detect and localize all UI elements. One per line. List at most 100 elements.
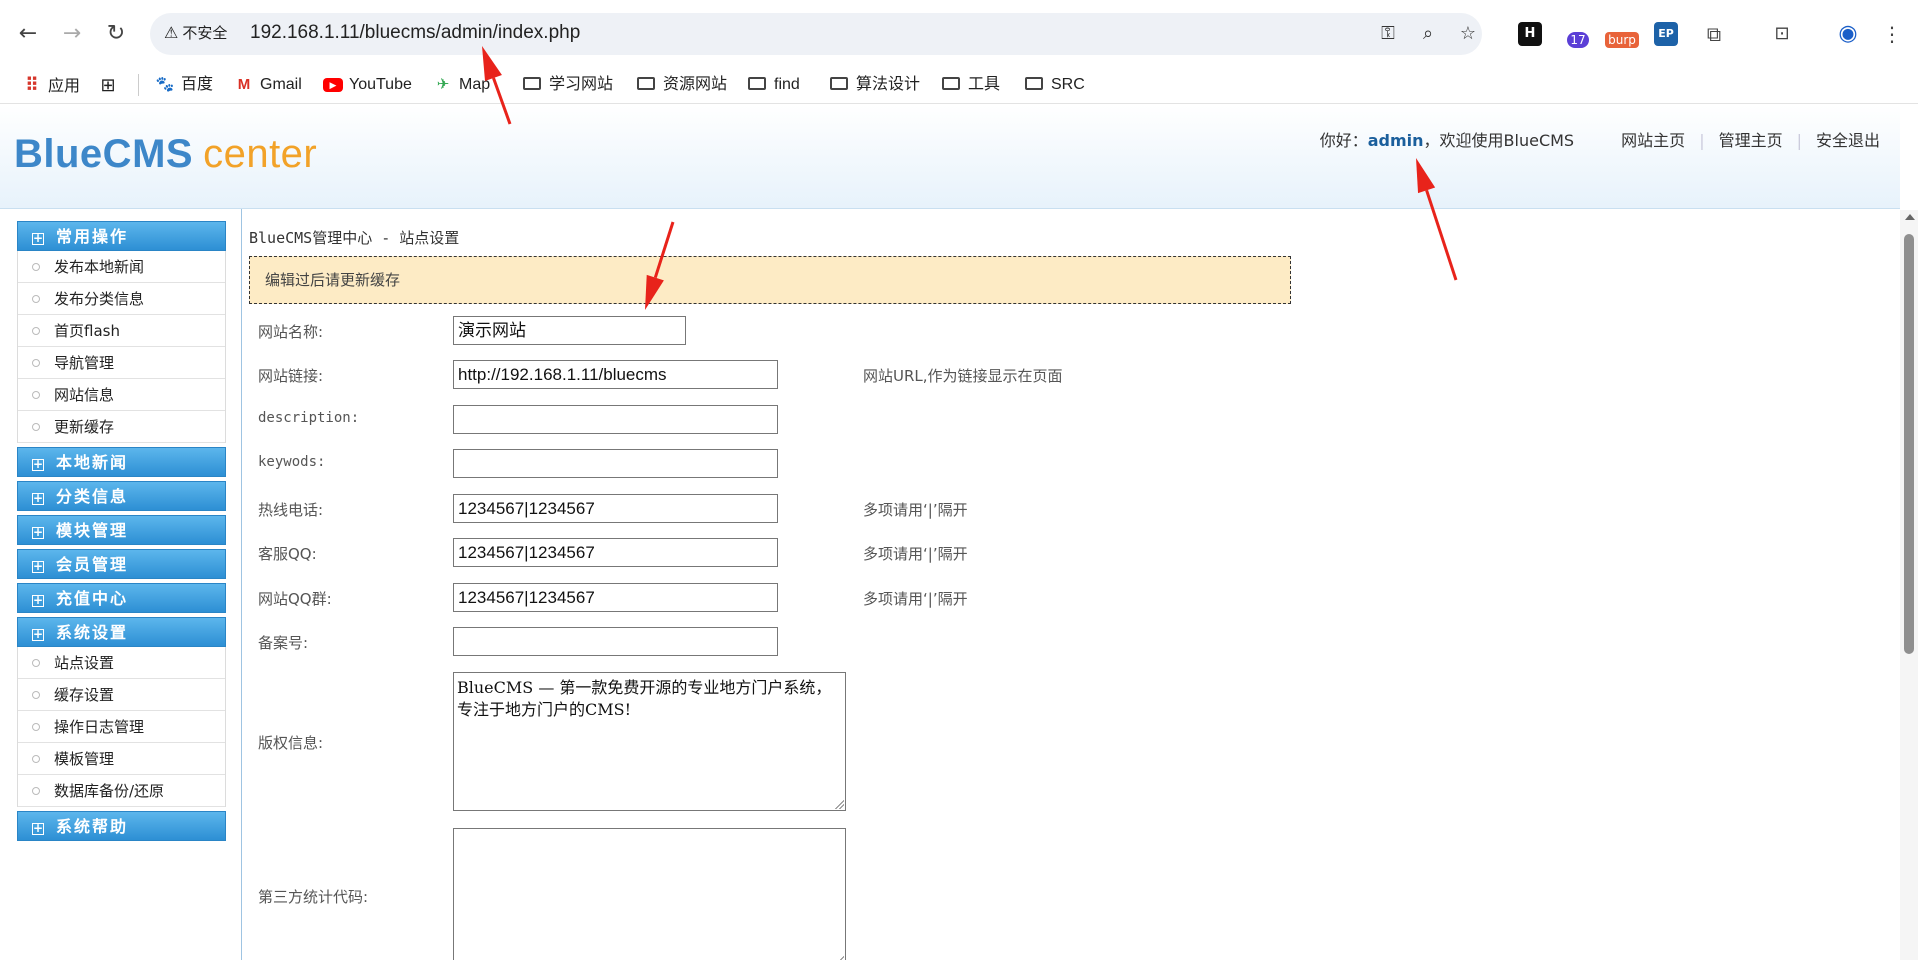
bookmark-youtube[interactable]: ▶ YouTube	[323, 70, 412, 100]
extension-17-icon[interactable]: 17	[1564, 20, 1592, 48]
sidebar-item-db-backup[interactable]: 数据库备份/还原	[18, 775, 225, 807]
bookmark-tab-groups[interactable]: ⊞	[98, 70, 124, 100]
menu-kebab-icon[interactable]: ⋮	[1878, 20, 1906, 48]
bookmark-star-icon[interactable]: ☆	[1456, 22, 1480, 46]
sidebar-group-modules[interactable]: + 模块管理	[17, 515, 226, 545]
sidebar-group-common[interactable]: + 常用操作	[17, 221, 226, 251]
bookmark-folder-tools[interactable]: 工具	[942, 70, 1000, 100]
service-qq-input[interactable]: 1234567|1234567	[453, 538, 778, 567]
site-home-link[interactable]: 网站主页	[1621, 131, 1685, 150]
main-content: BlueCMS管理中心 - 站点设置 编辑过后请更新缓存 网站名称: 演示网站 …	[241, 209, 1900, 960]
profile-icon[interactable]: ◉	[1834, 20, 1862, 48]
bookmark-maps[interactable]: ✈ Map	[433, 70, 490, 100]
greeting-text: 你好：	[1319, 131, 1368, 150]
bookmark-baidu[interactable]: 🐾 百度	[155, 70, 213, 100]
sidebar-group-local-news[interactable]: + 本地新闻	[17, 447, 226, 477]
security-indicator[interactable]: ⚠ 不安全	[164, 22, 227, 43]
bullet-icon	[32, 327, 40, 335]
sidebar-item-cache-settings[interactable]: 缓存设置	[18, 679, 225, 711]
stats-code-label: 第三方统计代码:	[258, 888, 369, 906]
bluecms-logo: BlueCMS center	[14, 132, 318, 176]
warning-icon: ⚠	[164, 23, 179, 42]
sidebar-item-site-info[interactable]: 网站信息	[18, 379, 225, 411]
address-bar[interactable]: ⚠ 不安全 192.168.1.11/bluecms/admin/index.ph…	[150, 13, 1482, 55]
password-key-icon[interactable]: ⚿	[1376, 22, 1400, 46]
bullet-icon	[32, 263, 40, 271]
service-qq-hint: 多项请用‘|’隔开	[863, 545, 968, 563]
folder-icon	[748, 77, 766, 90]
sidebar-item-publish-classified[interactable]: 发布分类信息	[18, 283, 225, 315]
bookmarks-bar: ⠿ 应用 ⊞ 🐾 百度 M Gmail ▶ YouTube ✈ Map 学习网站 资源网站…	[0, 66, 1918, 104]
bullet-icon	[32, 359, 40, 367]
sidebar-item-nav-manage[interactable]: 导航管理	[18, 347, 225, 379]
scrollbar-thumb[interactable]	[1904, 234, 1914, 654]
bookmark-apps[interactable]: ⠿ 应用	[22, 70, 80, 100]
sidebar-group-recharge[interactable]: + 充值中心	[17, 583, 226, 613]
tab-search-icon[interactable]: ⊡	[1768, 20, 1796, 48]
keywords-input[interactable]	[453, 449, 778, 478]
qq-group-input[interactable]: 1234567|1234567	[453, 583, 778, 612]
scroll-up-arrow-icon[interactable]	[1905, 214, 1915, 220]
url-text[interactable]: 192.168.1.11/bluecms/admin/index.php	[250, 22, 580, 44]
apps-grid-icon: ⠿	[25, 75, 39, 95]
copyright-label: 版权信息:	[258, 734, 324, 752]
sidebar-group-members[interactable]: + 会员管理	[17, 549, 226, 579]
bookmark-folder-algorithms[interactable]: 算法设计	[830, 70, 920, 100]
top-navigation: 你好：admin，欢迎使用BlueCMS 网站主页 | 管理主页 | 安全退出	[1319, 131, 1880, 150]
page-scrollbar[interactable]	[1900, 210, 1918, 960]
bullet-icon	[32, 691, 40, 699]
icp-input[interactable]	[453, 627, 778, 656]
sidebar-group-system-settings[interactable]: + 系统设置	[17, 617, 226, 647]
forward-arrow-icon[interactable]: →	[58, 20, 86, 48]
bullet-icon	[32, 423, 40, 431]
sidebar-item-update-cache[interactable]: 更新缓存	[18, 411, 225, 443]
bullet-icon	[32, 723, 40, 731]
hotline-input[interactable]: 1234567|1234567	[453, 494, 778, 523]
welcome-text: ，欢迎使用BlueCMS	[1423, 131, 1575, 150]
bullet-icon	[32, 295, 40, 303]
sidebar-item-site-settings[interactable]: 站点设置	[18, 647, 225, 679]
bookmark-folder-find[interactable]: find	[748, 70, 800, 100]
web-page: BlueCMS center 你好：admin，欢迎使用BlueCMS 网站主页 |…	[0, 105, 1900, 960]
resize-grip-icon[interactable]	[834, 955, 844, 960]
qq-group-hint: 多项请用‘|’隔开	[863, 590, 968, 608]
sidebar-group-system-items: 站点设置 缓存设置 操作日志管理 模板管理 数据库备份/还原	[17, 647, 226, 807]
bookmark-folder-study[interactable]: 学习网站	[523, 70, 613, 100]
back-arrow-icon[interactable]: ←	[14, 20, 42, 48]
burp-extension-icon[interactable]: burp	[1604, 20, 1640, 48]
sidebar-group-classified[interactable]: + 分类信息	[17, 481, 226, 511]
sidebar-group-common-items: 发布本地新闻 发布分类信息 首页flash 导航管理 网站信息 更新缓存	[17, 251, 226, 443]
baidu-icon: 🐾	[155, 76, 175, 93]
site-url-hint: 网站URL,作为链接显示在页面	[863, 367, 1063, 385]
expand-plus-icon: +	[32, 559, 44, 573]
zoom-icon[interactable]: ⌕	[1416, 22, 1440, 46]
extension-h-icon[interactable]: H	[1518, 22, 1542, 46]
description-input[interactable]	[453, 405, 778, 434]
sidebar-item-home-flash[interactable]: 首页flash	[18, 315, 225, 347]
expand-plus-icon: +	[32, 525, 44, 539]
gmail-icon: M	[237, 76, 251, 93]
username: admin	[1367, 131, 1424, 150]
extension-ep-icon[interactable]: EP	[1654, 22, 1678, 46]
expand-plus-icon: +	[32, 627, 44, 641]
stats-code-textarea[interactable]	[453, 828, 846, 960]
icp-label: 备案号:	[258, 634, 309, 652]
sidebar-group-help[interactable]: + 系统帮助	[17, 811, 226, 841]
site-name-input[interactable]: 演示网站	[453, 316, 686, 345]
bookmark-folder-src[interactable]: SRC	[1025, 70, 1085, 100]
bookmark-gmail[interactable]: M Gmail	[234, 70, 302, 100]
admin-home-link[interactable]: 管理主页	[1719, 131, 1783, 150]
site-url-input[interactable]: http://192.168.1.11/bluecms	[453, 360, 778, 389]
logout-link[interactable]: 安全退出	[1816, 131, 1880, 150]
site-url-label: 网站链接:	[258, 367, 324, 385]
folder-icon	[942, 77, 960, 90]
sidebar-item-template-manage[interactable]: 模板管理	[18, 743, 225, 775]
bookmark-folder-resources[interactable]: 资源网站	[637, 70, 727, 100]
sidebar-item-log-manage[interactable]: 操作日志管理	[18, 711, 225, 743]
resize-grip-icon[interactable]	[834, 799, 844, 809]
extensions-puzzle-icon[interactable]: ⧉	[1700, 20, 1728, 48]
copyright-textarea[interactable]: BlueCMS — 第一款免费开源的专业地方门户系统，专注于地方门户的CMS!	[453, 672, 846, 811]
sidebar-item-publish-news[interactable]: 发布本地新闻	[18, 251, 225, 283]
reload-icon[interactable]: ↻	[102, 20, 130, 48]
expand-plus-icon: +	[32, 821, 44, 835]
